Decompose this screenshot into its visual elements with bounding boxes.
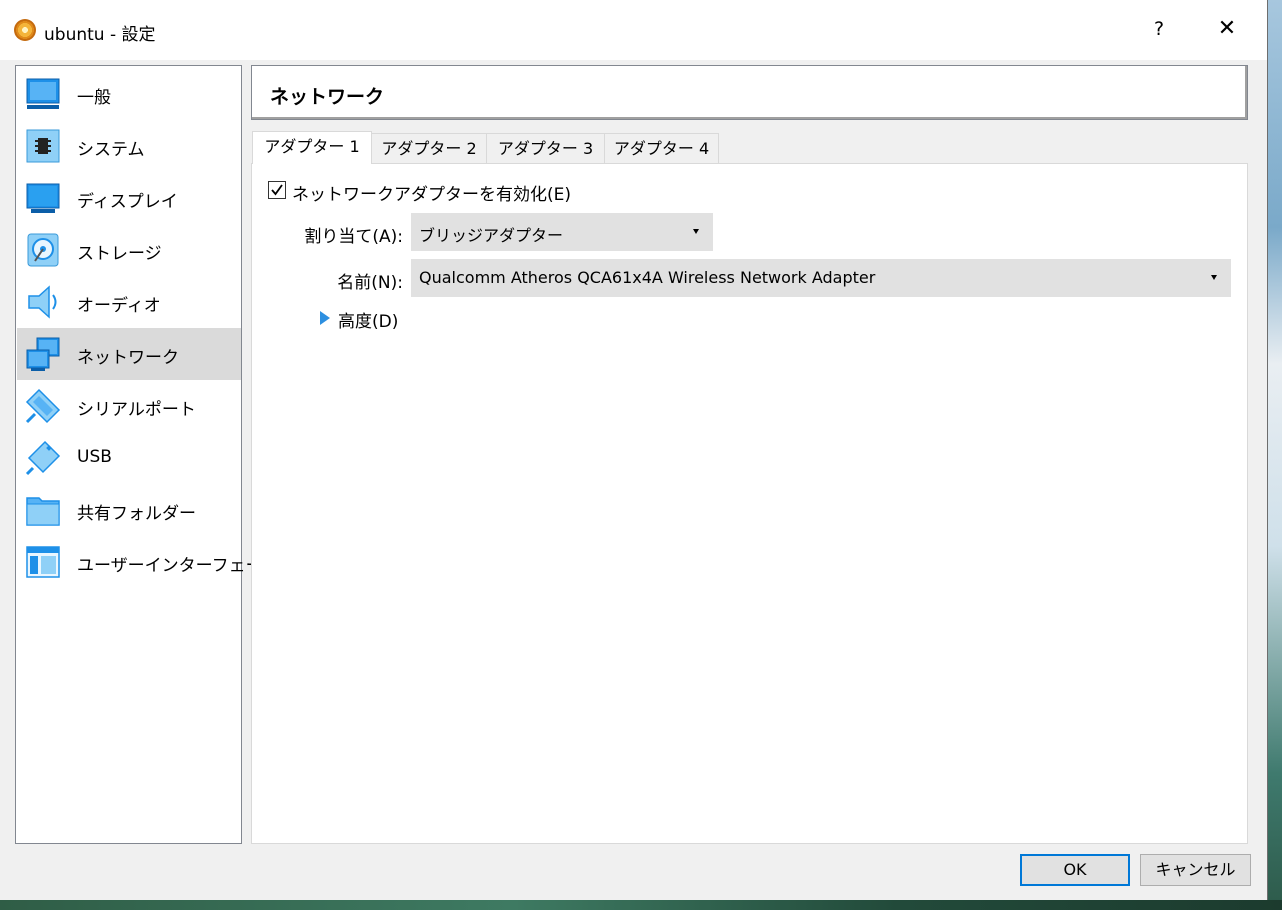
attached-to-dropdown[interactable]: ブリッジアダプター bbox=[411, 213, 713, 251]
adapter-name-value: Qualcomm Atheros QCA61x4A Wireless Netwo… bbox=[419, 268, 876, 287]
cancel-button[interactable]: キャンセル bbox=[1140, 854, 1251, 886]
adapter-name-label: 名前(N): bbox=[337, 273, 403, 293]
serial-port-icon bbox=[25, 388, 61, 424]
audio-icon bbox=[28, 285, 57, 319]
display-icon bbox=[26, 183, 60, 213]
sidebar-item-label: システム bbox=[77, 140, 145, 160]
title-bar: ubuntu - 設定 ? ✕ bbox=[0, 0, 1267, 60]
desktop-background-bottom bbox=[0, 900, 1282, 910]
close-button[interactable]: ✕ bbox=[1212, 14, 1242, 44]
settings-dialog: ubuntu - 設定 ? ✕ 一般 システム ディスプレイ ストレージ オーデ… bbox=[0, 0, 1268, 900]
dropdown-arrow-icon bbox=[1211, 275, 1217, 280]
shared-folder-icon bbox=[26, 497, 60, 526]
network-icon bbox=[26, 337, 60, 371]
sidebar-item-user-interface[interactable]: ユーザーインターフェース bbox=[17, 536, 279, 588]
general-icon bbox=[26, 78, 60, 109]
sidebar-item-storage[interactable]: ストレージ bbox=[17, 224, 241, 276]
window-title: ubuntu - 設定 bbox=[44, 25, 156, 45]
sidebar-item-audio[interactable]: オーディオ bbox=[17, 276, 241, 328]
sidebar-item-label: シリアルポート bbox=[77, 400, 196, 420]
desktop-background-edge bbox=[1268, 0, 1282, 910]
user-interface-icon bbox=[26, 546, 60, 578]
usb-icon bbox=[25, 440, 61, 476]
ok-button[interactable]: OK bbox=[1020, 854, 1130, 886]
expand-arrow-icon[interactable] bbox=[320, 311, 330, 325]
system-icon bbox=[26, 129, 60, 163]
sidebar-item-label: ストレージ bbox=[77, 244, 162, 264]
tab-adapter-3[interactable]: アダプター 3 bbox=[486, 133, 605, 163]
sidebar-item-system[interactable]: システム bbox=[17, 120, 241, 172]
sidebar-item-label: ネットワーク bbox=[77, 348, 179, 368]
settings-category-list: 一般 システム ディスプレイ ストレージ オーディオ ネットワーク シリアルポー… bbox=[15, 65, 279, 844]
sidebar-item-display[interactable]: ディスプレイ bbox=[17, 172, 241, 224]
sidebar-item-label: 共有フォルダー bbox=[77, 504, 196, 524]
tab-adapter-2[interactable]: アダプター 2 bbox=[371, 133, 487, 163]
attached-to-value: ブリッジアダプター bbox=[419, 226, 564, 245]
adapter-name-dropdown[interactable]: Qualcomm Atheros QCA61x4A Wireless Netwo… bbox=[411, 259, 1231, 297]
sidebar-item-network[interactable]: ネットワーク bbox=[17, 328, 241, 380]
sidebar-item-label: USB bbox=[77, 447, 112, 467]
tab-adapter-1[interactable]: アダプター 1 bbox=[252, 131, 372, 164]
dropdown-arrow-icon bbox=[693, 229, 699, 234]
virtualbox-app-icon bbox=[14, 19, 36, 41]
page-header: ネットワーク bbox=[251, 65, 1248, 120]
enable-adapter-checkbox[interactable] bbox=[268, 181, 286, 199]
sidebar-item-label: オーディオ bbox=[77, 296, 161, 316]
sidebar-item-label: 一般 bbox=[77, 88, 111, 108]
help-button[interactable]: ? bbox=[1146, 14, 1172, 44]
storage-icon bbox=[27, 233, 59, 267]
sidebar-item-usb[interactable]: USB bbox=[17, 432, 241, 484]
sidebar-item-shared-folder[interactable]: 共有フォルダー bbox=[17, 484, 241, 536]
page-title: ネットワーク bbox=[270, 86, 385, 108]
attached-to-label: 割り当て(A): bbox=[304, 227, 403, 247]
sidebar-item-label: ディスプレイ bbox=[77, 192, 178, 212]
advanced-expander[interactable]: 高度(D) bbox=[338, 307, 398, 332]
sidebar-item-label: ユーザーインターフェース bbox=[77, 556, 279, 576]
sidebar-item-serial-port[interactable]: シリアルポート bbox=[17, 380, 241, 432]
sidebar-item-general[interactable]: 一般 bbox=[17, 68, 241, 120]
tab-adapter-4[interactable]: アダプター 4 bbox=[604, 133, 719, 163]
checkmark-icon bbox=[271, 184, 283, 196]
enable-adapter-label[interactable]: ネットワークアダプターを有効化(E) bbox=[292, 180, 571, 205]
